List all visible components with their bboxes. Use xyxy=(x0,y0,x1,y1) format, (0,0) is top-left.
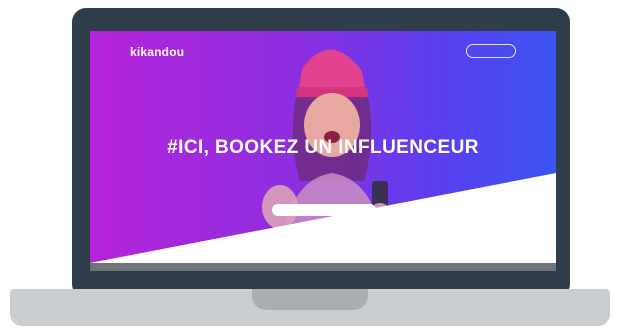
hero-headline: #ICI, BOOKEZ UN INFLUENCEUR xyxy=(167,137,479,158)
site-logo[interactable]: kikandou xyxy=(130,45,184,59)
cta-button[interactable] xyxy=(272,204,376,216)
laptop-screen: kikandou #ICI, BOOKEZ UN INFLUENCEUR xyxy=(90,31,556,271)
nav-button[interactable] xyxy=(466,44,516,58)
screen-bottom-bar xyxy=(90,263,556,271)
laptop-base-notch xyxy=(252,289,368,310)
